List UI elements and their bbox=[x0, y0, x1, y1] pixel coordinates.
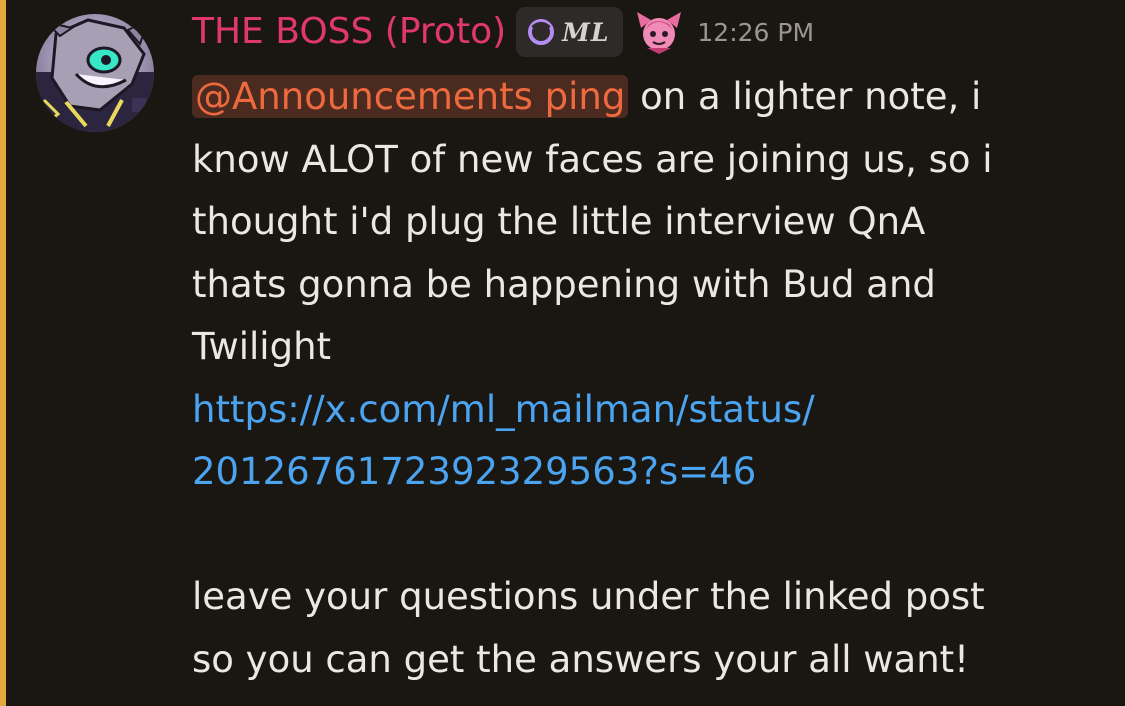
message-line: @Announcements ping on a lighter note, i bbox=[192, 66, 1092, 129]
message-line: Twilight bbox=[192, 325, 332, 368]
message-timestamp: 12:26 PM bbox=[697, 17, 815, 47]
pink-character-role-icon[interactable] bbox=[635, 8, 683, 56]
message-link[interactable]: 2012676172392329563?s=46 bbox=[192, 441, 1092, 504]
message-header: THE BOSS (Proto) ML 12:26 PM bbox=[192, 4, 814, 60]
message-line: so you can get the answers your all want… bbox=[192, 637, 969, 681]
message-link[interactable]: https://x.com/ml_mailman/status/ bbox=[192, 379, 1092, 442]
server-tag[interactable]: ML bbox=[516, 7, 624, 57]
message-body: @Announcements ping on a lighter note, i… bbox=[192, 66, 1092, 691]
message-line: leave your questions under the linked po… bbox=[192, 575, 985, 618]
server-tag-label: ML bbox=[562, 17, 610, 47]
message-line: thats gonna be happening with Bud and bbox=[192, 262, 936, 306]
avatar-icon bbox=[36, 14, 154, 132]
user-avatar[interactable] bbox=[36, 14, 154, 132]
chat-message-view: THE BOSS (Proto) ML 12:26 PM @Announceme… bbox=[0, 0, 1125, 706]
role-mention[interactable]: @Announcements ping bbox=[192, 75, 629, 118]
message-text: on a lighter note, i bbox=[628, 75, 982, 118]
username[interactable]: THE BOSS (Proto) bbox=[192, 4, 506, 60]
message-line: thought i'd plug the little interview Qn… bbox=[192, 200, 926, 243]
purple-ring-icon bbox=[528, 19, 555, 45]
message-line: know ALOT of new faces are joining us, s… bbox=[192, 137, 993, 181]
mention-highlight-bar bbox=[0, 0, 6, 706]
